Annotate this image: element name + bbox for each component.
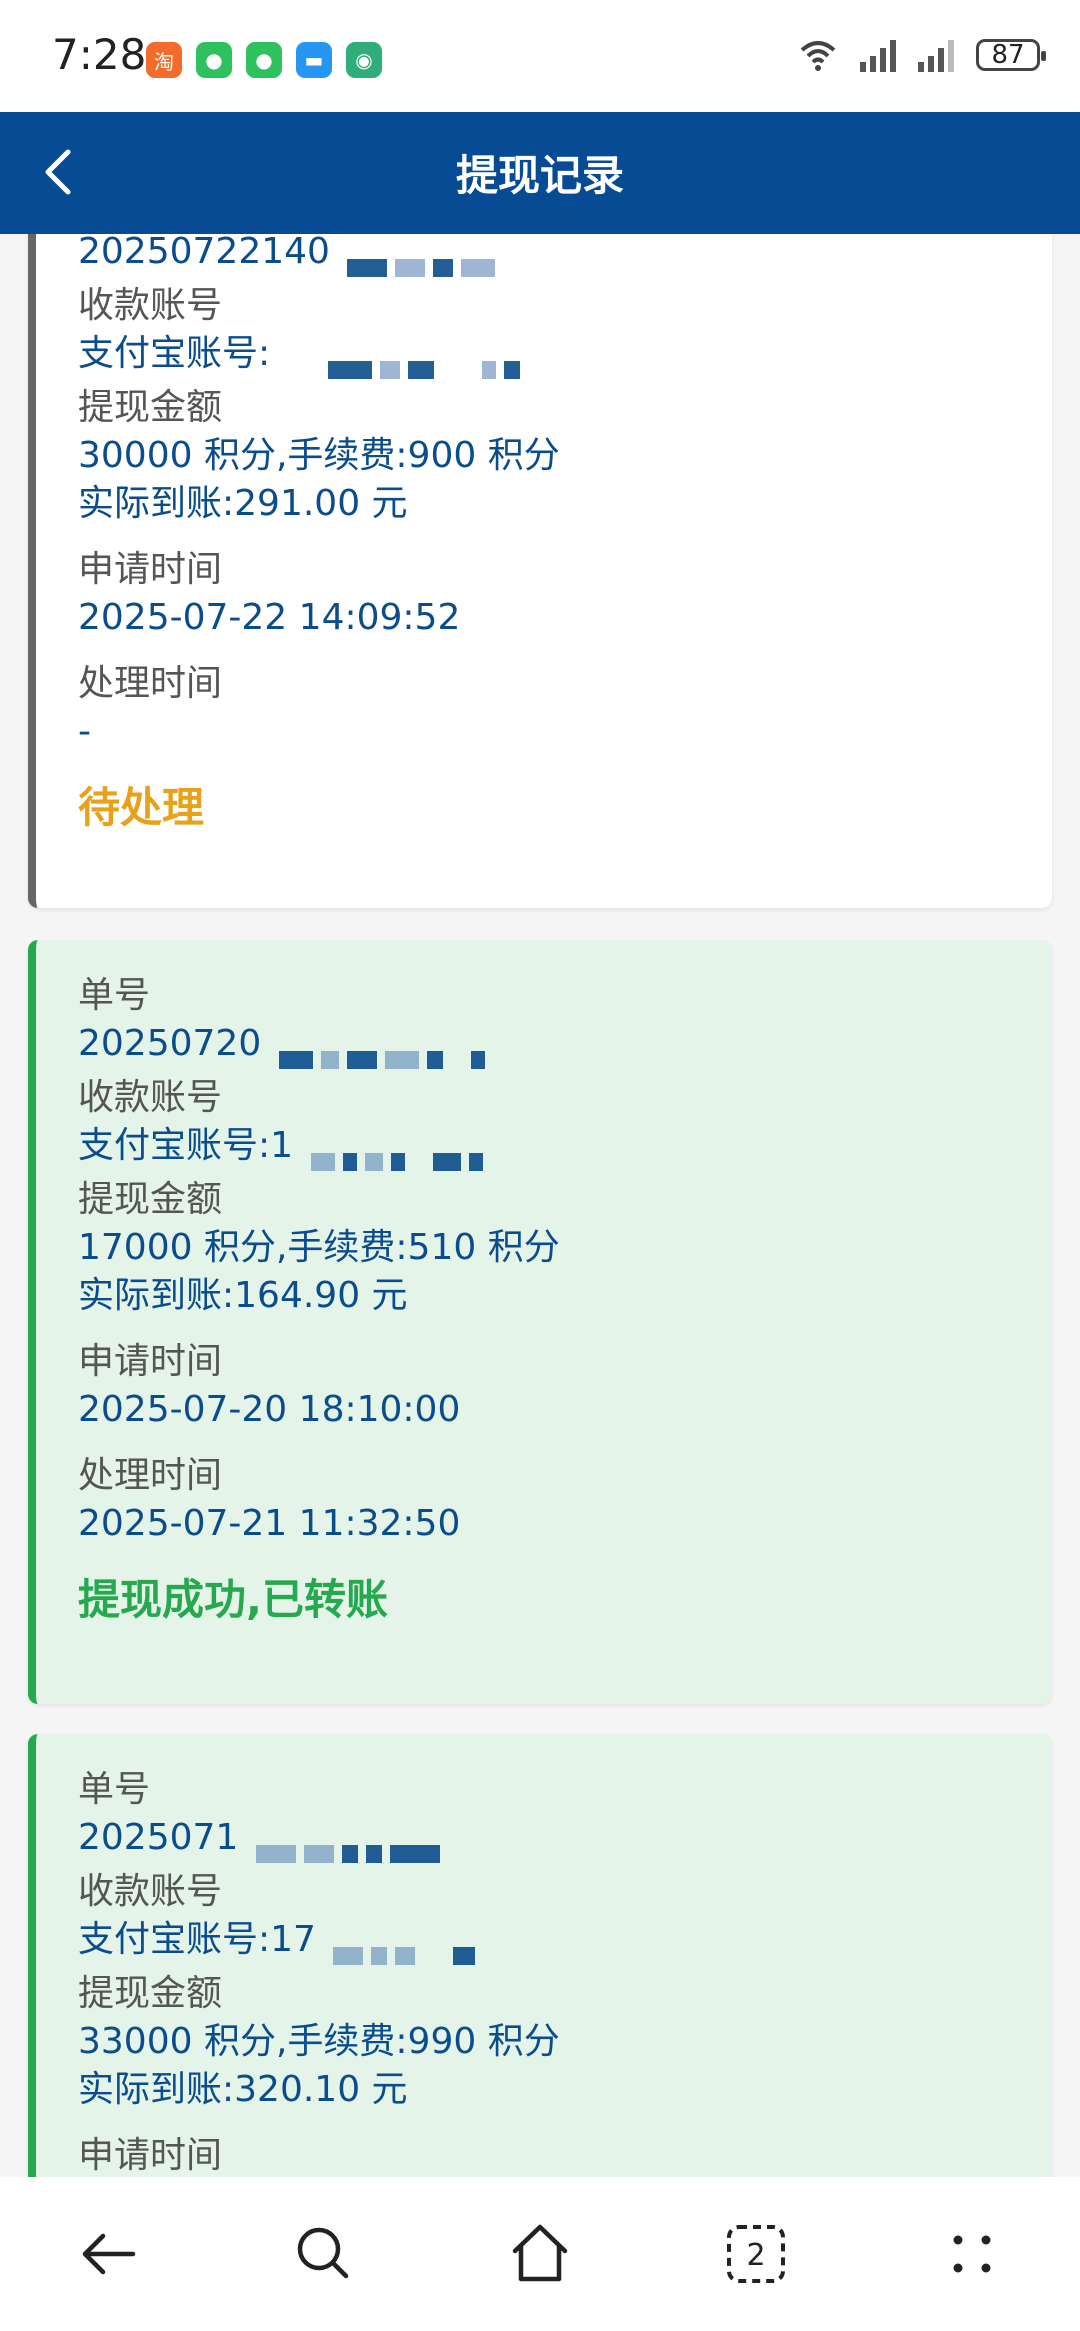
apply-time-label: 申请时间 [78,2135,223,2176]
record-card: 单号 20250720 收款账号 支付宝账号:1 提现金额 17000 积分,手… [28,940,1052,1704]
redaction [347,242,503,277]
apply-time-label: 申请时间 [78,549,223,590]
account-label: 收款账号 [78,285,223,326]
nav-tabs-button[interactable]: 2 [711,2209,801,2299]
signal-icon [860,38,896,72]
home-icon [512,2224,568,2282]
more-dots-icon [953,2235,991,2273]
amount-value: 17000 积分,手续费:510 积分 [78,1227,560,1268]
order-number: 20250720 [78,1020,1052,1069]
tv-icon: ◉ [346,42,382,78]
account-label: 收款账号 [78,1871,223,1912]
order-label: 单号 [78,975,151,1016]
account-value: 支付宝账号: [78,330,1052,379]
nav-search-button[interactable] [279,2209,369,2299]
actual-amount-value: 实际到账:164.90 元 [78,1275,408,1316]
account-value: 支付宝账号:17 [78,1916,1052,1965]
apply-time-label: 申请时间 [78,1341,223,1382]
redaction [310,1136,491,1171]
nav-back-button[interactable] [63,2209,153,2299]
withdrawal-record-list[interactable]: 20250722140 收款账号 支付宝账号: 提现金额 30000 积分,手续… [0,234,1080,2177]
redaction [278,1034,493,1069]
taobao-icon: 淘 [146,42,182,78]
actual-amount-value: 实际到账:291.00 元 [78,483,408,524]
apply-time-value: 2025-07-20 18:10:00 [78,1389,461,1430]
amount-label: 提现金额 [78,1973,223,2014]
arrow-left-icon [82,2233,136,2275]
status-time: 7:28 [52,30,147,79]
apply-time-value: 2025-07-22 14:09:52 [78,597,461,638]
page-title: 提现记录 [455,151,624,200]
amount-label: 提现金额 [78,1179,223,1220]
battery-level: 87 [991,40,1025,70]
wifi-icon [800,41,836,71]
process-time-value: 2025-07-21 11:32:50 [78,1503,461,1544]
record-card: 20250722140 收款账号 支付宝账号: 提现金额 30000 积分,手续… [28,234,1052,908]
status-badge: 提现成功,已转账 [78,1575,388,1624]
amount-value: 30000 积分,手续费:900 积分 [78,435,560,476]
redaction [255,1828,448,1863]
app-header: 提现记录 [0,112,1080,234]
svg-text:2: 2 [746,2238,765,2273]
redaction [333,1930,483,1965]
account-value: 支付宝账号:1 [78,1122,1052,1171]
notification-icons: 淘 ● ● ▬ ◉ [146,42,382,78]
message-icon: ▬ [296,42,332,78]
nav-home-button[interactable] [495,2209,585,2299]
battery-indicator: 87 [976,39,1046,71]
redaction [288,344,528,379]
nav-menu-button[interactable] [927,2209,1017,2299]
process-time-label: 处理时间 [78,1455,223,1496]
status-bar: 7:28 淘 ● ● ▬ ◉ 87 [0,0,1080,112]
order-number: 2025071 [78,1814,1052,1863]
search-icon [297,2227,349,2279]
amount-value: 33000 积分,手续费:990 积分 [78,2021,560,2062]
system-nav-bar: 2 [0,2177,1080,2331]
wechat-icon: ● [246,42,282,78]
status-badge: 待处理 [78,783,205,832]
wechat-icon: ● [196,42,232,78]
amount-label: 提现金额 [78,387,223,428]
actual-amount-value: 实际到账:320.10 元 [78,2069,408,2110]
record-card: 单号 2025071 收款账号 支付宝账号:17 提现金额 33000 积分,手… [28,1734,1052,2177]
signal-icon [918,38,954,72]
order-label: 单号 [78,1769,151,1810]
process-time-label: 处理时间 [78,663,223,704]
order-number: 20250722140 [78,234,1052,277]
account-label: 收款账号 [78,1077,223,1118]
process-time-value: - [78,711,91,752]
tabs-icon: 2 [727,2225,785,2283]
